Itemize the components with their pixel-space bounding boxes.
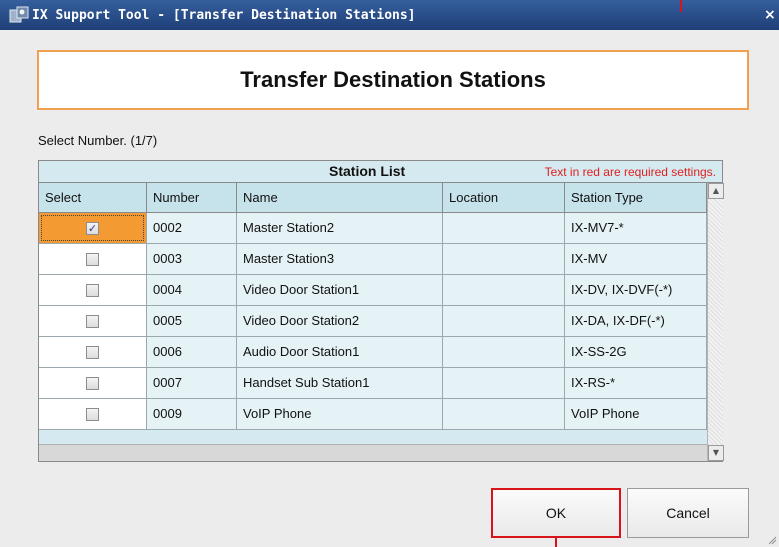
row-select-cell[interactable] (39, 275, 147, 306)
focus-ring (41, 215, 144, 241)
arrow-up-icon[interactable]: ▲ (708, 183, 724, 199)
row-location-cell (443, 337, 565, 368)
row-select-cell[interactable] (39, 306, 147, 337)
table-row[interactable]: 0005 Video Door Station2 IX-DA, IX-DF(-*) (39, 306, 707, 337)
row-select-cell[interactable]: ✓ (39, 213, 147, 244)
select-number-label: Select Number. (1/7) (38, 133, 158, 148)
row-location-cell (443, 275, 565, 306)
row-name-cell: VoIP Phone (237, 399, 443, 430)
row-number-cell: 0003 (147, 244, 237, 275)
ok-button[interactable]: OK (491, 488, 621, 538)
select-checkbox[interactable] (86, 315, 99, 328)
vertical-scrollbar[interactable]: ▲ ▼ (707, 183, 724, 461)
row-station-type-cell: VoIP Phone (565, 399, 707, 430)
row-select-cell[interactable] (39, 244, 147, 275)
app-window: IX Support Tool - [Transfer Destination … (0, 0, 779, 547)
row-name-cell: Master Station3 (237, 244, 443, 275)
row-station-type-cell: IX-SS-2G (565, 337, 707, 368)
ix-support-tool-icon (9, 6, 29, 24)
table-row[interactable]: 0007 Handset Sub Station1 IX-RS-* (39, 368, 707, 399)
row-name-cell: Handset Sub Station1 (237, 368, 443, 399)
row-number-cell: 0005 (147, 306, 237, 337)
row-number-cell: 0004 (147, 275, 237, 306)
row-number-cell: 0007 (147, 368, 237, 399)
row-select-cell[interactable] (39, 337, 147, 368)
row-station-type-cell: IX-MV7-* (565, 213, 707, 244)
window-title: IX Support Tool - [Transfer Destination … (32, 7, 416, 23)
page-header: Transfer Destination Stations (37, 50, 749, 110)
resize-grip-icon[interactable] (767, 535, 777, 545)
row-select-cell[interactable] (39, 368, 147, 399)
close-icon[interactable]: × (764, 6, 779, 24)
select-checkbox[interactable] (86, 253, 99, 266)
column-header-name[interactable]: Name (237, 183, 443, 213)
column-header-number[interactable]: Number (147, 183, 237, 213)
row-number-cell: 0006 (147, 337, 237, 368)
row-name-cell: Video Door Station1 (237, 275, 443, 306)
row-location-cell (443, 368, 565, 399)
row-number-cell: 0002 (147, 213, 237, 244)
row-name-cell: Audio Door Station1 (237, 337, 443, 368)
dialog-body: Transfer Destination Stations Select Num… (0, 30, 779, 547)
row-station-type-cell: IX-DV, IX-DVF(-*) (565, 275, 707, 306)
column-header-location[interactable]: Location (443, 183, 565, 213)
page-title: Transfer Destination Stations (240, 67, 546, 92)
arrow-down-icon[interactable]: ▼ (708, 445, 724, 461)
title-bar[interactable]: IX Support Tool - [Transfer Destination … (0, 0, 779, 30)
row-station-type-cell: IX-DA, IX-DF(-*) (565, 306, 707, 337)
column-header-station-type[interactable]: Station Type (565, 183, 707, 213)
horizontal-scrollbar[interactable] (39, 444, 707, 461)
callout-line-top (680, 0, 682, 12)
cancel-button[interactable]: Cancel (627, 488, 749, 538)
row-station-type-cell: IX-MV (565, 244, 707, 275)
table-row[interactable]: 0006 Audio Door Station1 IX-SS-2G (39, 337, 707, 368)
callout-line-bottom (555, 538, 557, 547)
row-name-cell: Master Station2 (237, 213, 443, 244)
row-name-cell: Video Door Station2 (237, 306, 443, 337)
table-row[interactable]: 0009 VoIP Phone VoIP Phone (39, 399, 707, 430)
required-settings-note: Text in red are required settings. (544, 165, 716, 179)
grid-caption-bar: Station List Text in red are required se… (39, 161, 722, 183)
station-list-grid: Station List Text in red are required se… (38, 160, 724, 462)
table-row[interactable]: ✓ 0002 Master Station2 IX-MV7-* (39, 213, 707, 244)
row-location-cell (443, 306, 565, 337)
row-station-type-cell: IX-RS-* (565, 368, 707, 399)
row-select-cell[interactable] (39, 399, 147, 430)
grid-caption-title: Station List (329, 163, 406, 179)
table-row[interactable]: 0003 Master Station3 IX-MV (39, 244, 707, 275)
column-header-select[interactable]: Select (39, 183, 147, 213)
table-row[interactable]: 0004 Video Door Station1 IX-DV, IX-DVF(-*) (39, 275, 707, 306)
select-checkbox[interactable] (86, 377, 99, 390)
select-checkbox[interactable] (86, 408, 99, 421)
select-checkbox[interactable] (86, 284, 99, 297)
select-checkbox[interactable] (86, 346, 99, 359)
row-location-cell (443, 244, 565, 275)
row-number-cell: 0009 (147, 399, 237, 430)
row-location-cell (443, 213, 565, 244)
row-location-cell (443, 399, 565, 430)
